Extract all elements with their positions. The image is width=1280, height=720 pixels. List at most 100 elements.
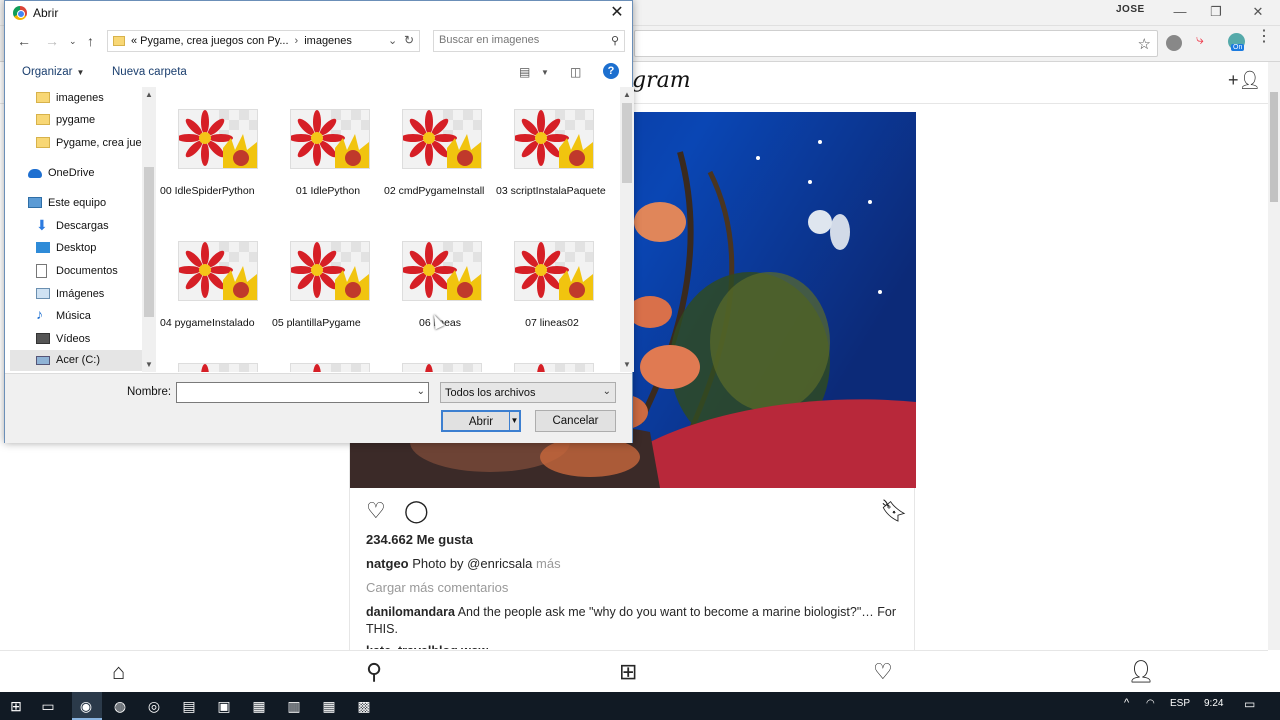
- new-folder-button[interactable]: Nueva carpeta: [112, 66, 187, 78]
- file-item[interactable]: [496, 341, 596, 372]
- likes-count[interactable]: 234.662 Me gusta: [366, 532, 473, 547]
- language-indicator[interactable]: ESP: [1170, 698, 1190, 709]
- nav-item-pygame[interactable]: pygame: [36, 110, 156, 131]
- address-bar[interactable]: ☆: [634, 30, 1158, 57]
- file-item[interactable]: [160, 341, 260, 372]
- nav-item-acer-c[interactable]: Acer (C:): [10, 350, 142, 371]
- filename-combo[interactable]: ⌄: [176, 382, 429, 403]
- file-thumbnail[interactable]: [178, 363, 258, 372]
- file-name[interactable]: 03 scriptInstalaPaquete: [496, 185, 608, 197]
- nav-item-onedrive[interactable]: OneDrive: [28, 163, 156, 184]
- file-thumbnail[interactable]: [514, 363, 594, 372]
- file-thumbnail[interactable]: [514, 241, 594, 301]
- scroll-down-arrow-icon[interactable]: ▼: [623, 360, 631, 369]
- back-arrow-icon[interactable]: ←: [17, 33, 31, 49]
- file-thumbnail[interactable]: [402, 109, 482, 169]
- file-type-filter[interactable]: Todos los archivos ⌄: [440, 382, 616, 403]
- open-options-chevron-icon[interactable]: ▼: [509, 412, 519, 430]
- organize-menu[interactable]: Organizar ▼: [22, 66, 84, 78]
- file-item[interactable]: 00 IdleSpiderPython: [160, 87, 260, 217]
- file-thumbnail[interactable]: [290, 363, 370, 372]
- scroll-down-arrow-icon[interactable]: ▼: [145, 360, 153, 369]
- chrome-icon[interactable]: ◉: [76, 696, 96, 716]
- nav-item-musica[interactable]: ♪ Música: [36, 306, 156, 327]
- search-box[interactable]: ⚲: [433, 30, 625, 52]
- task-view-icon[interactable]: ▭: [38, 696, 58, 716]
- profile-badge[interactable]: JOSE: [1116, 4, 1145, 15]
- load-more-comments[interactable]: Cargar más comentarios: [366, 580, 508, 595]
- address-breadcrumb[interactable]: « Pygame, crea juegos con Py... › imagenes…: [107, 30, 420, 52]
- file-item[interactable]: [384, 341, 484, 372]
- comment-bubble-icon[interactable]: ◯: [404, 498, 429, 524]
- nav-item-documentos[interactable]: Documentos: [36, 261, 156, 282]
- caption-username[interactable]: natgeo: [366, 556, 409, 571]
- scroll-up-arrow-icon[interactable]: ▲: [623, 90, 631, 99]
- breadcrumb-parent[interactable]: « Pygame, crea juegos con Py...: [131, 35, 289, 47]
- file-item[interactable]: 06 lineas: [384, 219, 484, 349]
- file-name[interactable]: 07 lineas02: [496, 317, 608, 329]
- file-list-scrollbar[interactable]: ▲ ▼: [620, 87, 634, 372]
- firefox-icon[interactable]: ◍: [110, 696, 130, 716]
- nav-item-imagenes[interactable]: imagenes: [36, 88, 156, 109]
- nav-item-desktop[interactable]: Desktop: [36, 238, 156, 259]
- caption-mention[interactable]: @enricsala: [467, 556, 532, 571]
- filename-dropdown-chevron-icon[interactable]: ⌄: [417, 386, 425, 397]
- windows-start-icon[interactable]: ⊞: [6, 696, 26, 716]
- refresh-icon[interactable]: ↻: [404, 33, 414, 47]
- wifi-icon[interactable]: ◠: [1146, 698, 1155, 709]
- new-post-icon[interactable]: ⊞: [619, 659, 637, 685]
- up-arrow-icon[interactable]: ↑: [87, 33, 94, 49]
- file-item[interactable]: 01 IdlePython: [272, 87, 372, 217]
- bookmark-icon[interactable]: 🔖︎: [880, 498, 908, 524]
- file-thumbnail[interactable]: [402, 363, 482, 372]
- home-icon[interactable]: ⌂: [112, 659, 125, 685]
- file-item[interactable]: 03 scriptInstalaPaquete: [496, 87, 606, 217]
- file-thumbnail[interactable]: [514, 109, 594, 169]
- file-name[interactable]: 05 plantillaPygame: [272, 317, 384, 329]
- activity-heart-icon[interactable]: ♡: [873, 659, 893, 685]
- extension-vpn-icon[interactable]: On: [1228, 33, 1245, 51]
- instagram-logo[interactable]: gram: [632, 68, 691, 93]
- notifications-icon[interactable]: ▭: [1244, 697, 1255, 711]
- page-scrollbar[interactable]: [1268, 62, 1280, 650]
- file-thumbnail[interactable]: [178, 109, 258, 169]
- file-name[interactable]: 01 IdlePython: [272, 185, 384, 197]
- add-user-icon[interactable]: +👤︎: [1228, 70, 1261, 91]
- file-thumbnail[interactable]: [402, 241, 482, 301]
- chrome-menu-icon[interactable]: ⋮: [1256, 29, 1272, 45]
- breadcrumb-current[interactable]: imagenes: [304, 35, 352, 47]
- calculator-icon[interactable]: ▦: [319, 696, 339, 716]
- recent-locations-chevron-icon[interactable]: ⌄: [69, 36, 77, 47]
- like-heart-icon[interactable]: ♡: [366, 498, 386, 524]
- address-dropdown-chevron-icon[interactable]: ⌄: [388, 34, 397, 47]
- minimize-button[interactable]: —: [1162, 2, 1198, 22]
- file-thumbnail[interactable]: [290, 109, 370, 169]
- file-name[interactable]: 02 cmdPygameInstall: [384, 185, 496, 197]
- comment-username[interactable]: danilomandara: [366, 605, 455, 619]
- tray-chevron-icon[interactable]: ^: [1124, 697, 1129, 709]
- nav-item-imagenes-lib[interactable]: Imágenes: [36, 284, 156, 305]
- restore-button[interactable]: ❐: [1198, 2, 1234, 22]
- photos-icon[interactable]: ▦: [249, 696, 269, 716]
- file-name[interactable]: 04 pygameInstalado: [160, 317, 272, 329]
- file-thumbnail[interactable]: [290, 241, 370, 301]
- nav-pane-scrollbar[interactable]: ▲ ▼: [142, 87, 156, 372]
- search-icon[interactable]: ⚲: [611, 34, 619, 47]
- preview-pane-icon[interactable]: ◫: [570, 65, 581, 79]
- close-window-button[interactable]: ✕: [1240, 2, 1276, 22]
- change-view-icon[interactable]: ▤: [519, 65, 530, 79]
- extension-chat-icon[interactable]: [1166, 35, 1182, 51]
- open-button[interactable]: Abrir ▼: [441, 410, 521, 432]
- clock[interactable]: 9:24: [1204, 698, 1223, 709]
- spreadsheet-icon[interactable]: ▥: [284, 696, 304, 716]
- editor-icon[interactable]: ▩: [354, 696, 374, 716]
- help-icon[interactable]: ?: [603, 63, 619, 79]
- cancel-button[interactable]: Cancelar: [535, 410, 616, 432]
- caption-more-link[interactable]: más: [536, 556, 561, 571]
- store-icon[interactable]: ▣: [214, 696, 234, 716]
- nav-item-pygame-crea[interactable]: Pygame, crea jue: [36, 133, 156, 154]
- file-item[interactable]: 05 plantillaPygame: [272, 219, 372, 349]
- file-item[interactable]: 02 cmdPygameInstall: [384, 87, 484, 217]
- extension-share-icon[interactable]: ⤷: [1196, 31, 1212, 47]
- file-type-chevron-icon[interactable]: ⌄: [603, 386, 611, 397]
